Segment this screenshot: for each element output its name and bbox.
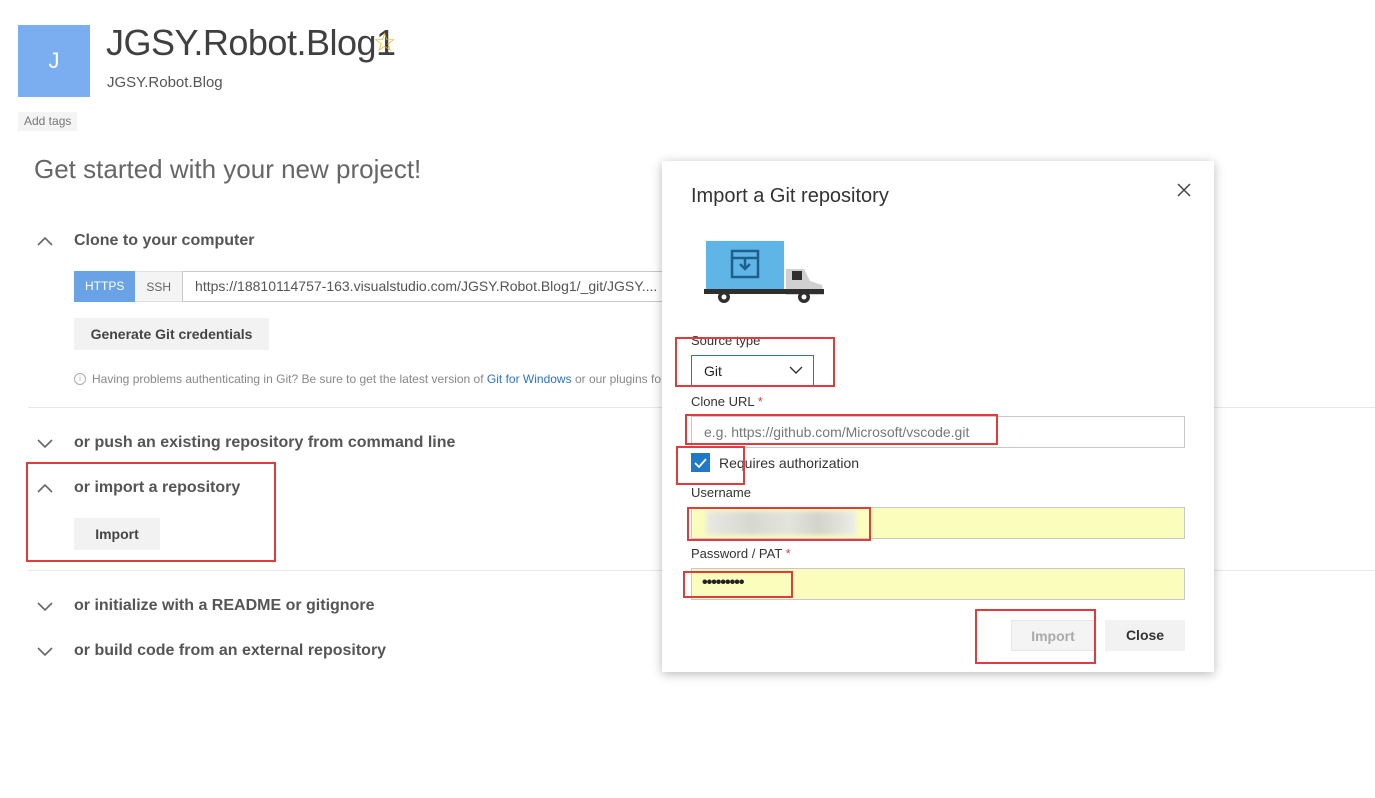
project-title: JGSY.Robot.Blog1 bbox=[106, 22, 396, 63]
page-heading: Get started with your new project! bbox=[34, 154, 422, 184]
section-push-header[interactable]: or push an existing repository from comm… bbox=[36, 431, 455, 455]
section-clone-label: Clone to your computer bbox=[74, 232, 255, 249]
add-tags-button[interactable]: Add tags bbox=[18, 112, 78, 131]
highlight-box bbox=[685, 414, 998, 445]
password-label: Password / PAT * bbox=[691, 546, 791, 561]
section-clone-header[interactable]: Clone to your computer bbox=[36, 229, 254, 253]
https-toggle[interactable]: HTTPS bbox=[74, 271, 136, 302]
required-mark: * bbox=[785, 546, 791, 561]
hint-suffix: or our plugins fo bbox=[574, 372, 661, 386]
highlight-box bbox=[675, 337, 835, 387]
highlight-box bbox=[26, 462, 276, 562]
username-label: Username bbox=[691, 485, 751, 500]
clone-url-label-text: Clone URL bbox=[691, 394, 755, 409]
password-label-text: Password / PAT bbox=[691, 546, 783, 561]
clone-url-field[interactable]: https://18810114757-163.visualstudio.com… bbox=[182, 271, 673, 302]
highlight-box bbox=[975, 609, 1096, 664]
dialog-close-button[interactable]: Close bbox=[1105, 620, 1185, 651]
clone-url-label: Clone URL * bbox=[691, 394, 763, 409]
truck-illustration-icon bbox=[704, 241, 824, 303]
avatar-letter: J bbox=[48, 48, 60, 73]
clone-url-group: HTTPS SSH https://18810114757-163.visual… bbox=[74, 271, 673, 302]
highlight-box bbox=[676, 446, 745, 485]
auth-hint: i Having problems authenticating in Git?… bbox=[74, 372, 661, 386]
section-build-label: or build code from an external repositor… bbox=[74, 642, 387, 659]
chevron-down-icon[interactable] bbox=[36, 639, 58, 663]
ssh-toggle[interactable]: SSH bbox=[135, 271, 183, 302]
highlight-box bbox=[687, 507, 871, 541]
highlight-box bbox=[683, 571, 793, 598]
close-icon[interactable] bbox=[1176, 182, 1192, 198]
required-mark: * bbox=[757, 394, 763, 409]
chevron-up-icon[interactable] bbox=[36, 229, 58, 253]
star-icon[interactable]: ☆ bbox=[373, 29, 396, 55]
chevron-down-icon[interactable] bbox=[36, 594, 58, 618]
section-push-label: or push an existing repository from comm… bbox=[74, 434, 456, 451]
hint-text: Having problems authenticating in Git? B… bbox=[92, 372, 484, 386]
section-build-header[interactable]: or build code from an external repositor… bbox=[36, 639, 386, 663]
section-readme-header[interactable]: or initialize with a README or gitignore bbox=[36, 594, 374, 618]
section-readme-label: or initialize with a README or gitignore bbox=[74, 597, 375, 614]
dialog-title: Import a Git repository bbox=[691, 185, 889, 207]
project-avatar: J bbox=[18, 25, 90, 97]
info-icon: i bbox=[74, 373, 86, 385]
generate-git-credentials-button[interactable]: Generate Git credentials bbox=[74, 318, 269, 350]
chevron-down-icon[interactable] bbox=[36, 431, 58, 455]
project-subtitle: JGSY.Robot.Blog bbox=[107, 74, 223, 91]
git-for-windows-link[interactable]: Git for Windows bbox=[487, 372, 572, 386]
